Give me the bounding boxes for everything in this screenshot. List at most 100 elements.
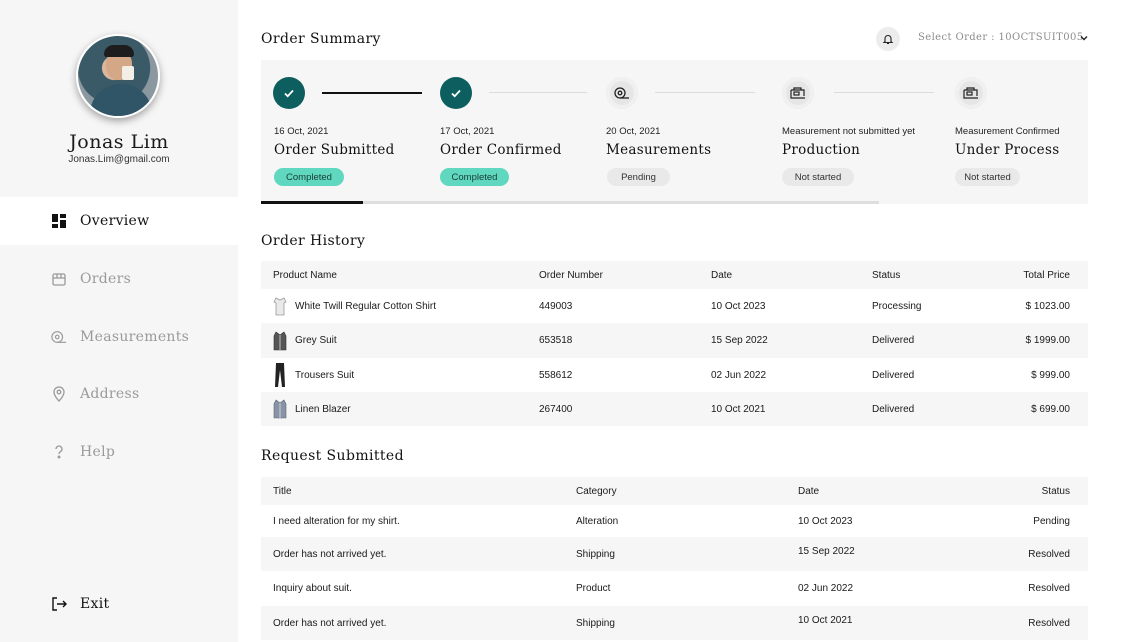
column-header: Order Number bbox=[539, 269, 603, 281]
request-category: Alteration bbox=[576, 515, 619, 527]
order-tracker: 16 Oct, 2021 Order Submitted Completed 1… bbox=[261, 60, 1088, 204]
table-row[interactable]: Trousers Suit 558612 02 Jun 2022 Deliver… bbox=[261, 358, 1088, 392]
column-header: Title bbox=[273, 485, 292, 497]
column-header: Date bbox=[711, 269, 733, 281]
request-status: Resolved bbox=[1028, 548, 1070, 560]
sidebar: Jonas Lim Jonas.Lim@gmail.com Overview O… bbox=[0, 0, 238, 642]
step-date: 17 Oct, 2021 bbox=[440, 126, 495, 137]
logout-icon bbox=[51, 596, 67, 612]
user-name: Jonas Lim bbox=[69, 131, 169, 153]
check-icon bbox=[273, 77, 305, 109]
bell-icon bbox=[882, 35, 894, 45]
step-date: Measurement not submitted yet bbox=[782, 126, 916, 137]
suit-icon bbox=[273, 330, 287, 352]
sidebar-item-address[interactable]: Address bbox=[0, 370, 238, 418]
request-status: Resolved bbox=[1028, 617, 1070, 629]
table-header: Title Category Date Status bbox=[261, 477, 1088, 505]
request-date: 02 Jun 2022 bbox=[798, 583, 854, 594]
step-connector bbox=[322, 92, 422, 94]
request-status: Pending bbox=[1033, 515, 1070, 527]
sidebar-item-orders[interactable]: Orders bbox=[0, 255, 238, 303]
table-header: Product Name Order Number Date Status To… bbox=[261, 261, 1088, 289]
sidebar-item-label: Address bbox=[80, 386, 140, 402]
order-status: Processing bbox=[872, 300, 922, 312]
user-email: Jonas.Lim@gmail.com bbox=[68, 154, 170, 165]
order-price: $ 1023.00 bbox=[1025, 300, 1071, 312]
order-status: Delivered bbox=[872, 403, 915, 415]
order-number: 558612 bbox=[539, 369, 573, 381]
order-date: 10 Oct 2023 bbox=[711, 300, 766, 312]
status-badge: Pending bbox=[607, 168, 670, 186]
select-order-dropdown[interactable]: Select Order : 10OCTSUIT005 bbox=[918, 32, 1084, 43]
table-row[interactable]: Order has not arrived yet. Shipping 10 O… bbox=[261, 606, 1088, 640]
order-price: $ 699.00 bbox=[1031, 403, 1070, 415]
measuring-tape-icon bbox=[51, 329, 67, 345]
table-row[interactable]: I need alteration for my shirt. Alterati… bbox=[261, 505, 1088, 537]
blazer-icon bbox=[273, 398, 287, 420]
status-badge: Not started bbox=[955, 168, 1020, 186]
sidebar-item-label: Orders bbox=[80, 271, 132, 287]
sidebar-item-label: Overview bbox=[80, 213, 150, 229]
order-status: Delivered bbox=[872, 369, 915, 381]
box-icon bbox=[51, 271, 67, 287]
avatar[interactable] bbox=[76, 34, 160, 118]
sidebar-item-help[interactable]: Help bbox=[0, 428, 238, 476]
chevron-down-icon[interactable] bbox=[1078, 32, 1090, 44]
step-name: Production bbox=[782, 142, 861, 158]
column-header: Date bbox=[798, 485, 820, 497]
request-date: 15 Sep 2022 bbox=[798, 546, 855, 557]
sidebar-item-measurements[interactable]: Measurements bbox=[0, 313, 238, 361]
order-date: 02 Jun 2022 bbox=[711, 369, 767, 381]
exit-label: Exit bbox=[80, 596, 110, 612]
order-history-table: Product Name Order Number Date Status To… bbox=[261, 261, 1088, 426]
request-date: 10 Oct 2023 bbox=[798, 515, 853, 527]
step-date: 20 Oct, 2021 bbox=[606, 126, 661, 137]
step-name: Measurements bbox=[606, 142, 712, 158]
exit-button[interactable]: Exit bbox=[0, 580, 238, 628]
column-header: Total Price bbox=[1023, 269, 1070, 281]
request-title: Order has not arrived yet. bbox=[273, 617, 387, 629]
request-submitted-title: Request Submitted bbox=[261, 448, 404, 464]
product-name: Grey Suit bbox=[295, 335, 337, 346]
trousers-icon bbox=[273, 363, 287, 387]
step-name: Order Submitted bbox=[274, 142, 395, 158]
step-date: 16 Oct, 2021 bbox=[274, 126, 329, 137]
request-title: Order has not arrived yet. bbox=[273, 548, 387, 560]
step-name: Order Confirmed bbox=[440, 142, 562, 158]
order-number: 267400 bbox=[539, 403, 573, 415]
table-row[interactable]: Linen Blazer 267400 10 Oct 2021 Delivere… bbox=[261, 392, 1088, 426]
table-row[interactable]: Order has not arrived yet. Shipping 15 S… bbox=[261, 537, 1088, 571]
question-icon bbox=[51, 444, 67, 460]
request-category: Shipping bbox=[576, 548, 615, 560]
column-header: Status bbox=[872, 269, 901, 281]
status-badge: Not started bbox=[782, 168, 854, 186]
step-name: Under Process bbox=[955, 142, 1060, 158]
order-status: Delivered bbox=[872, 335, 915, 346]
status-badge: Completed bbox=[440, 168, 509, 186]
order-summary-title: Order Summary bbox=[261, 31, 381, 47]
step-connector bbox=[834, 92, 934, 93]
check-icon bbox=[440, 77, 472, 109]
dashboard-icon bbox=[51, 213, 67, 229]
order-date: 15 Sep 2022 bbox=[711, 335, 768, 346]
order-history-title: Order History bbox=[261, 233, 366, 249]
order-price: $ 999.00 bbox=[1031, 369, 1070, 381]
sewing-machine-icon bbox=[782, 77, 814, 109]
step-date: Measurement Confirmed bbox=[955, 126, 1060, 137]
request-status: Resolved bbox=[1028, 583, 1070, 594]
status-badge: Completed bbox=[274, 168, 344, 186]
step-connector bbox=[489, 92, 587, 93]
notifications-button[interactable] bbox=[876, 27, 900, 51]
request-category: Shipping bbox=[576, 617, 615, 629]
order-number: 653518 bbox=[539, 335, 573, 346]
table-row[interactable]: Grey Suit 653518 15 Sep 2022 Delivered $… bbox=[261, 323, 1088, 358]
product-name: Trousers Suit bbox=[295, 369, 355, 381]
request-category: Product bbox=[576, 583, 611, 594]
sewing-machine-icon bbox=[955, 77, 987, 109]
location-pin-icon bbox=[51, 386, 67, 402]
progress-fill bbox=[261, 201, 363, 204]
measuring-tape-icon bbox=[606, 77, 638, 109]
table-row[interactable]: Inquiry about suit. Product 02 Jun 2022 … bbox=[261, 571, 1088, 606]
sidebar-item-overview[interactable]: Overview bbox=[0, 197, 238, 245]
table-row[interactable]: White Twill Regular Cotton Shirt 449003 … bbox=[261, 289, 1088, 323]
